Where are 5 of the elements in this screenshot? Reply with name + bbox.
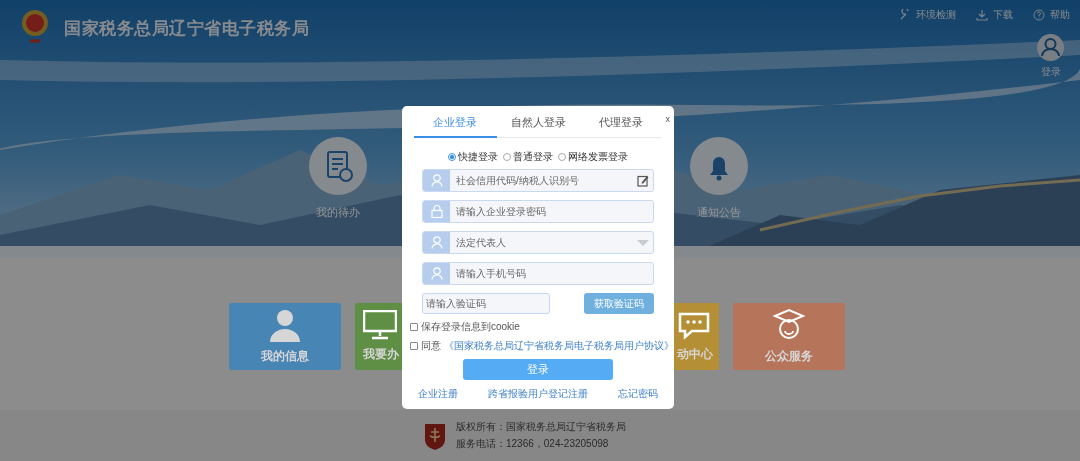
site-title: 国家税务总局辽宁省电子税务局 [64,17,309,40]
checkbox-label: 同意 [421,339,441,353]
footer-text: 版权所有：国家税务总局辽宁省税务局 [456,420,626,434]
checkbox-label: 保存登录信息到cookie [421,320,520,334]
footer-text: 服务电话：12366，024-23205098 [456,437,610,451]
